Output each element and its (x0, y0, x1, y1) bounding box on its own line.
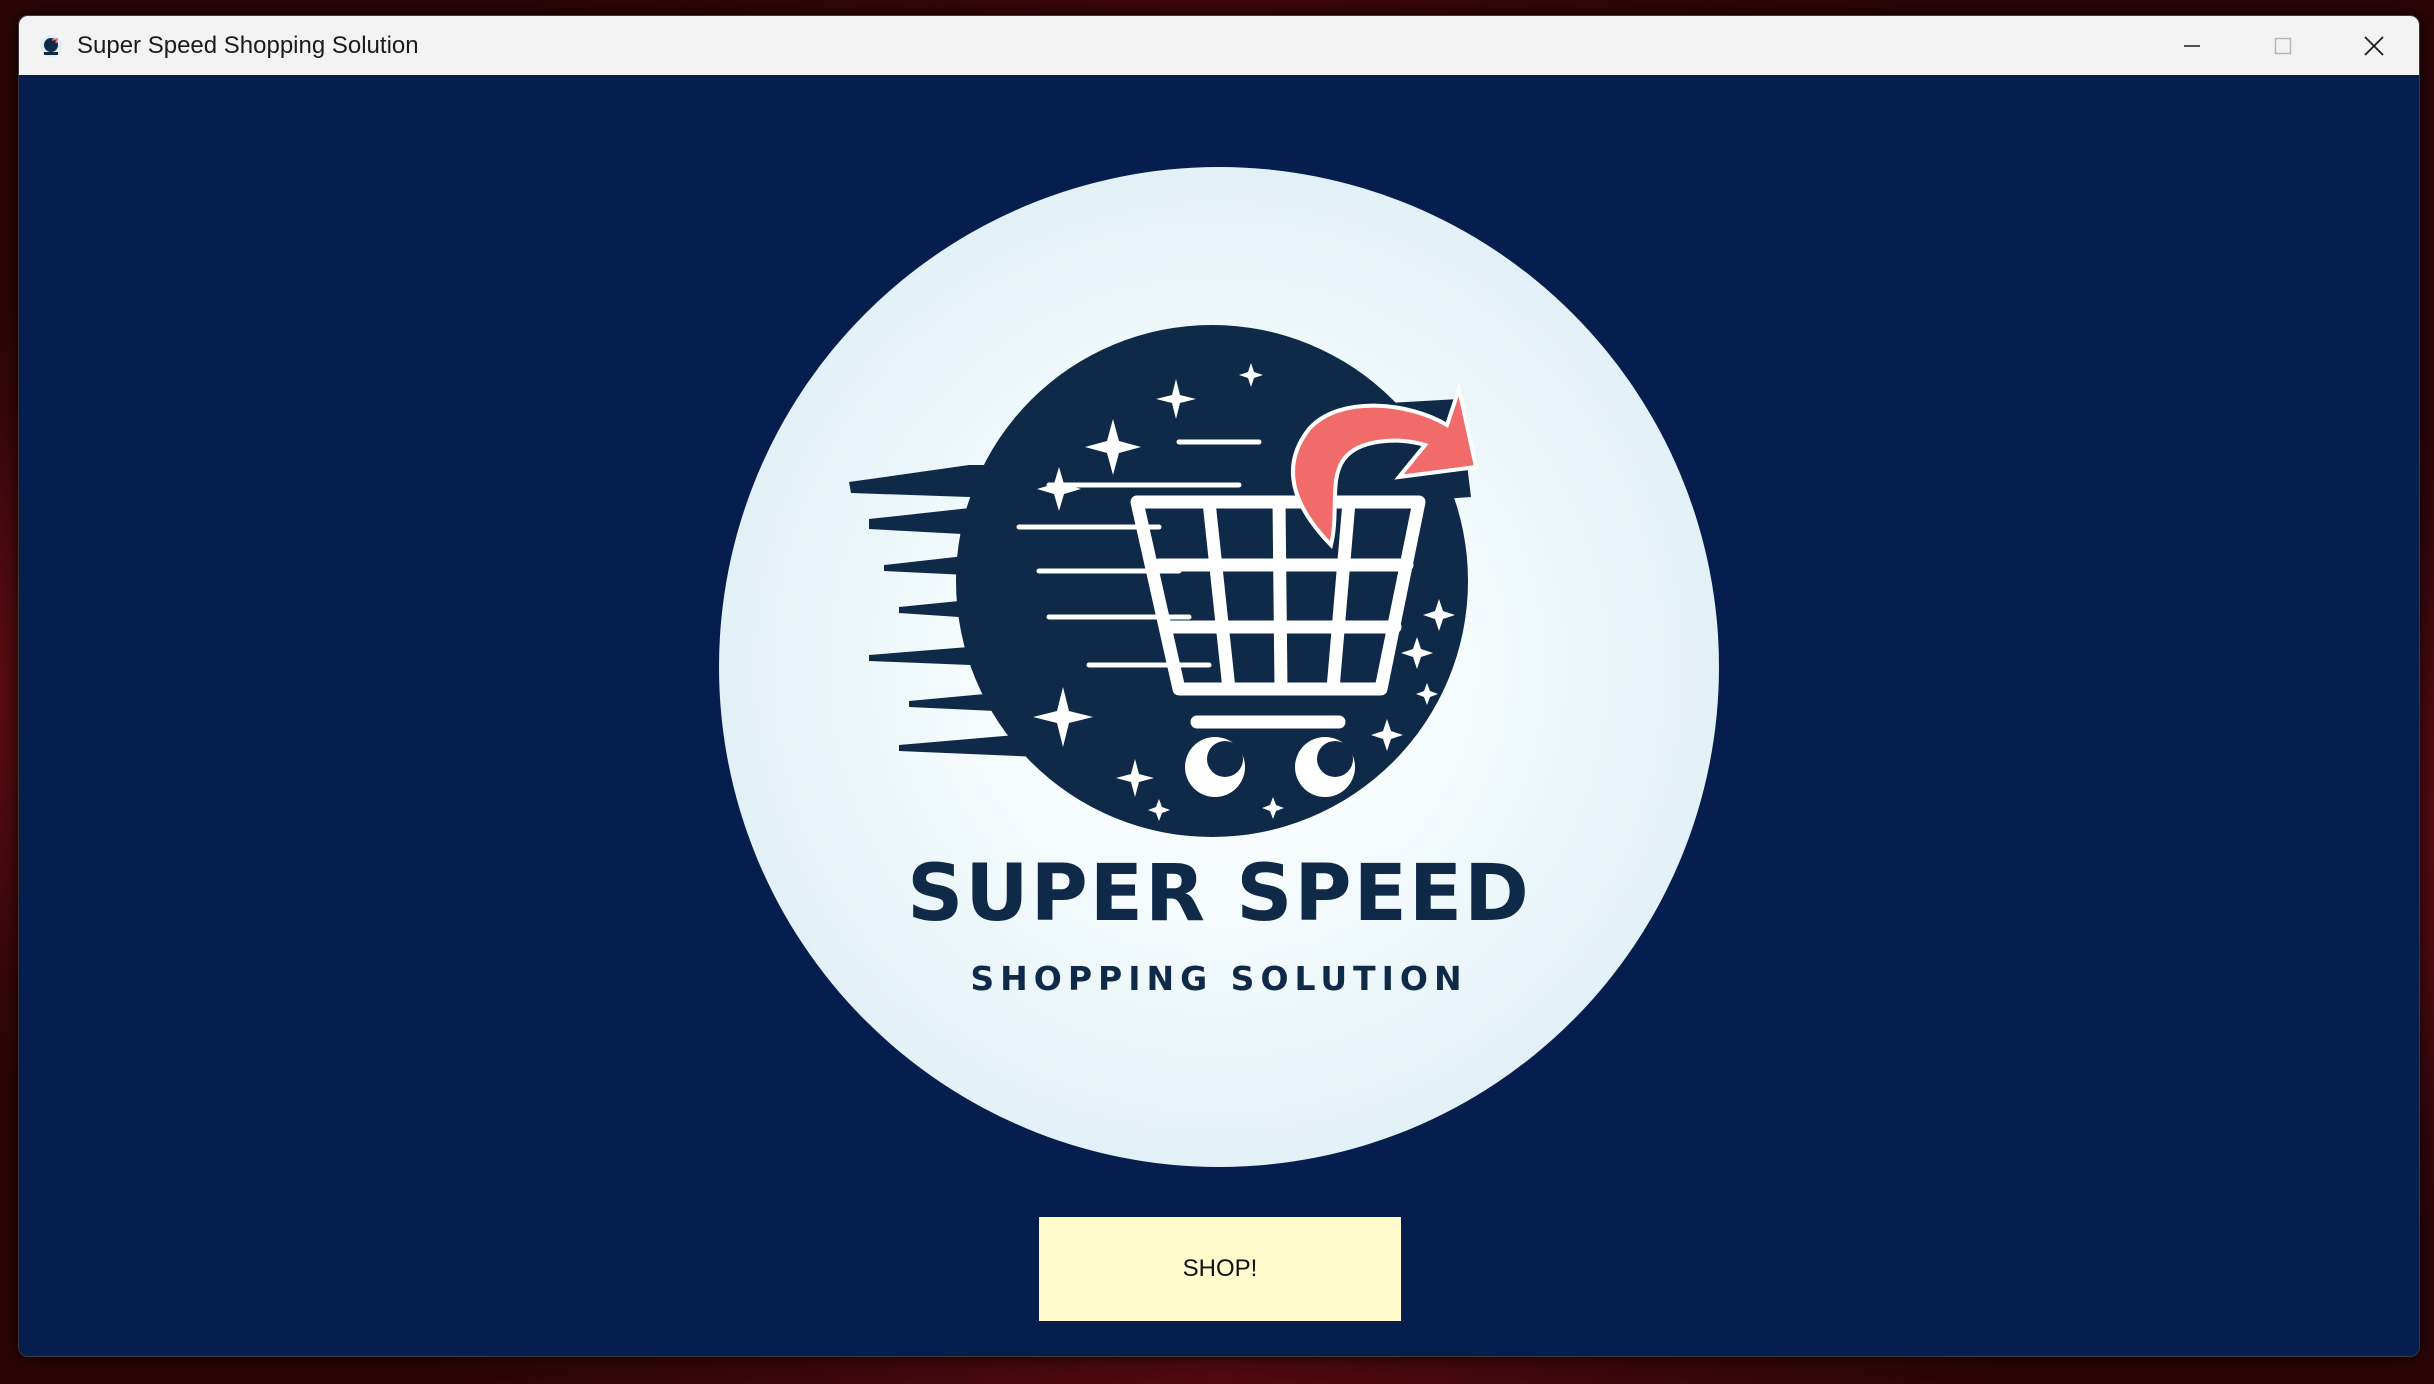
logo-subtitle: SHOPPING SOLUTION (970, 959, 1468, 998)
brand-logo: SUPER SPEED SHOPPING SOLUTION (719, 167, 1719, 1167)
app-logo-icon (40, 34, 62, 57)
window-controls (2146, 16, 2419, 75)
main-content: SUPER SPEED SHOPPING SOLUTION SHOP! (19, 75, 2419, 1356)
title-bar[interactable]: Super Speed Shopping Solution (19, 16, 2419, 75)
close-button[interactable] (2328, 16, 2419, 75)
window-title: Super Speed Shopping Solution (77, 31, 419, 59)
close-icon (2363, 35, 2384, 56)
shopping-cart-logo-icon (849, 325, 1479, 837)
app-window: Super Speed Shopping Solution SUPER SPEE… (18, 15, 2420, 1357)
minimize-icon (2183, 44, 2200, 47)
maximize-button[interactable] (2237, 16, 2328, 75)
minimize-button[interactable] (2146, 16, 2237, 75)
logo-title: SUPER SPEED (907, 849, 1531, 939)
maximize-icon (2274, 37, 2291, 54)
shop-button[interactable]: SHOP! (1039, 1217, 1401, 1321)
